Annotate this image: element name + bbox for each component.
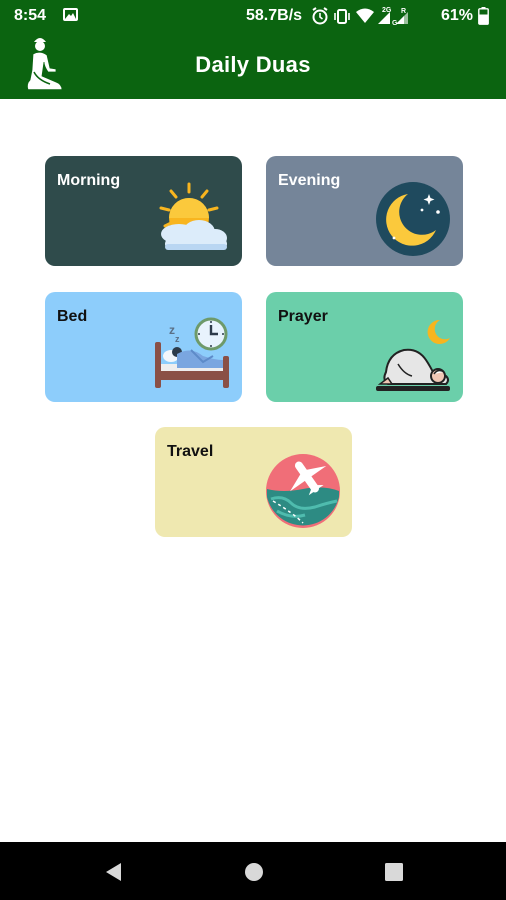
home-circle-icon[interactable] [242, 860, 266, 884]
vibrate-icon [334, 9, 350, 24]
card-bed[interactable]: Bed z z [45, 292, 242, 402]
svg-text:G: G [392, 20, 398, 26]
card-travel[interactable]: Travel [155, 427, 352, 537]
back-triangle-icon[interactable] [101, 860, 125, 884]
signal-icon-sim1: 2G [378, 7, 392, 24]
battery-icon [478, 7, 489, 25]
page-title: Daily Duas [195, 52, 311, 77]
svg-text:2G: 2G [382, 7, 392, 14]
card-evening[interactable]: Evening [266, 156, 463, 266]
wifi-icon [356, 8, 374, 23]
card-label: Morning [57, 172, 121, 189]
airplane-globe-icon [266, 454, 340, 528]
navigation-bar [0, 842, 506, 900]
status-bar: 8:54 58.7B/s 2G G R 61% [0, 0, 506, 32]
sun-cloud-icon [159, 182, 227, 250]
battery-percent: 61% [441, 7, 474, 24]
crescent-moon-icon [376, 182, 450, 256]
alarm-icon [312, 7, 328, 25]
svg-text:z: z [175, 334, 180, 344]
image-notification-icon [63, 8, 78, 21]
card-label: Travel [167, 443, 214, 460]
card-label: Bed [57, 308, 88, 325]
card-prayer[interactable]: Prayer [266, 292, 463, 402]
prostrating-man-icon [376, 319, 450, 391]
signal-icon-sim2: G R [392, 8, 408, 26]
network-speed: 58.7B/s [246, 7, 303, 24]
card-morning[interactable]: Morning [45, 156, 242, 266]
card-label: Evening [278, 172, 341, 189]
status-time: 8:54 [14, 7, 47, 24]
status-icons: 2G G R [312, 7, 408, 26]
sleeping-bed-icon: z z [155, 317, 229, 388]
app-bar: Daily Duas [0, 32, 506, 99]
svg-text:R: R [401, 8, 406, 15]
card-label: Prayer [278, 308, 328, 325]
recents-square-icon[interactable] [382, 860, 406, 884]
